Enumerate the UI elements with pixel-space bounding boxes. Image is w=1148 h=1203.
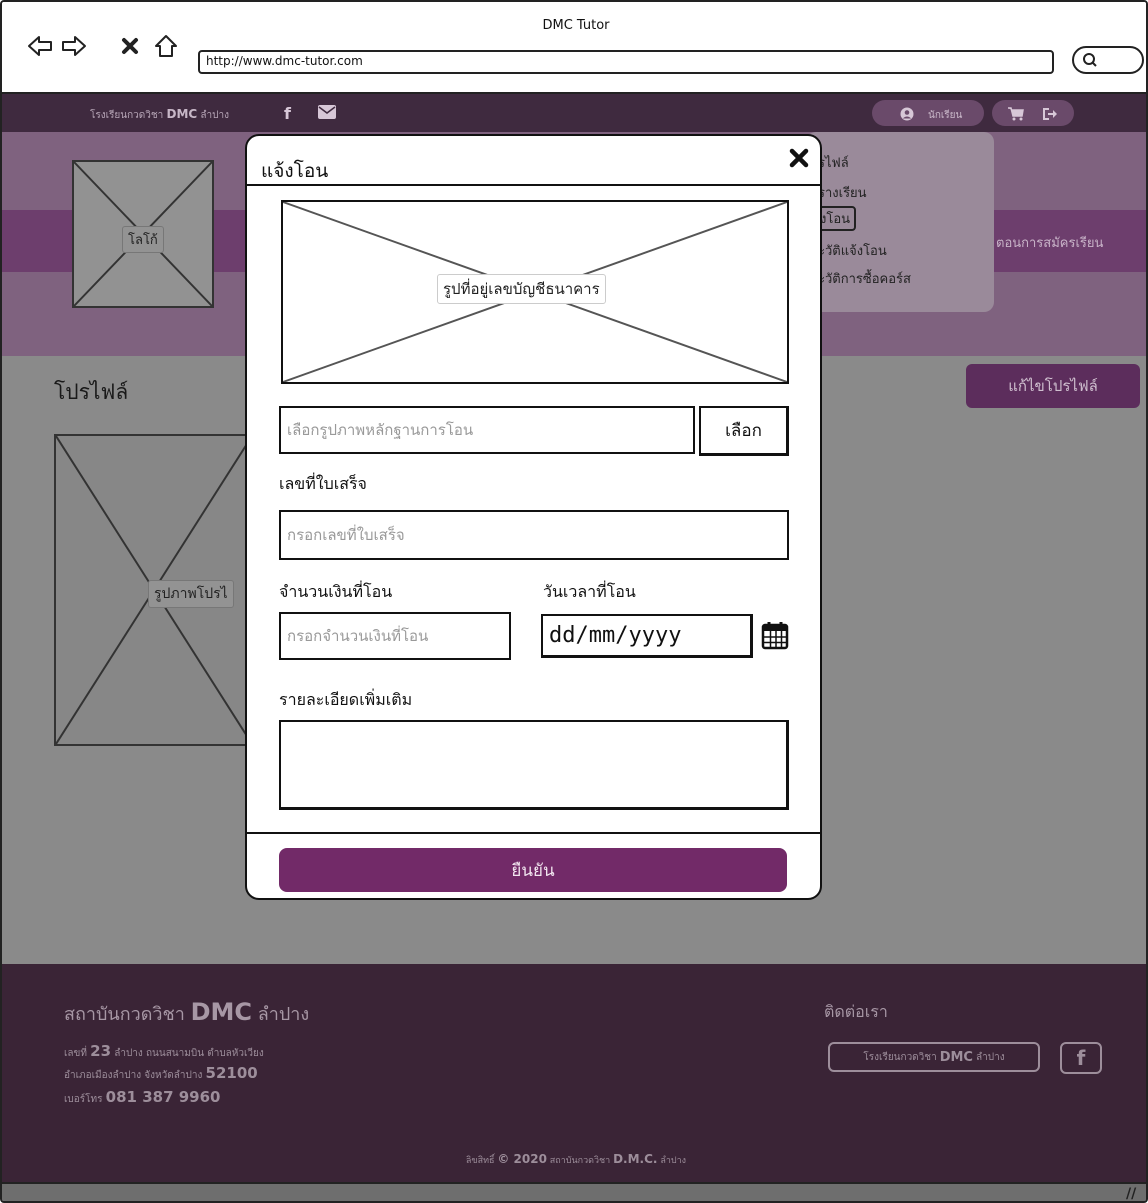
nav-enroll-steps[interactable]: ตอนการสมัครเรียน <box>996 232 1103 253</box>
browser-search-field[interactable] <box>1072 46 1144 74</box>
footer-title: สถาบันกวดวิชา DMC ลำปาง <box>64 998 310 1026</box>
stop-x-icon[interactable] <box>116 32 144 60</box>
menu-item-transfer-history[interactable]: ะวัติแจ้งโอน <box>818 240 887 261</box>
facebook-icon[interactable]: f <box>284 104 291 123</box>
home-icon[interactable] <box>152 32 180 60</box>
transfer-proof-file-input[interactable]: เลือกรูปภาพหลักฐานการโอน <box>279 406 695 454</box>
logout-icon[interactable] <box>1042 107 1058 121</box>
user-circle-icon <box>900 107 914 121</box>
page-title: โปรไฟล์ <box>54 380 129 404</box>
menu-item-profile[interactable]: รไฟล์ <box>818 152 849 173</box>
back-arrow-icon[interactable] <box>26 32 54 60</box>
footer-school-link[interactable]: โรงเรียนกวดวิชา DMC ลำปาง <box>828 1042 1040 1072</box>
logo-label: โลโก้ <box>122 226 164 253</box>
resize-handle-icon[interactable]: // <box>1126 1186 1136 1201</box>
mail-icon[interactable] <box>318 104 336 123</box>
footer-address-1: เลขที่ 23 ลำปาง ถนนสนามบิน ตำบลหัวเวียง <box>64 1042 264 1060</box>
bank-account-image: รูปที่อยู่เลขบัญชีธนาคาร <box>281 200 789 384</box>
profile-photo-placeholder: รูปภาพโปรไ <box>54 434 254 746</box>
logo-placeholder[interactable]: โลโก้ <box>72 160 214 308</box>
choose-file-button[interactable]: เลือก <box>699 406 789 456</box>
footer-phone: เบอร์โทร 081 387 9960 <box>64 1088 221 1106</box>
details-label: รายละเอียดเพิ่มเติม <box>279 690 413 709</box>
modal-header-divider <box>247 184 820 186</box>
cart-icon[interactable] <box>1008 107 1024 121</box>
app-window: DMC Tutor http://www.dmc-tutor.com โรงเร… <box>0 0 1148 1203</box>
browser-chrome: DMC Tutor http://www.dmc-tutor.com <box>2 2 1146 94</box>
transfer-date-input[interactable]: dd/mm/yyyy <box>541 614 753 658</box>
transfer-modal: แจ้งโอน รูปที่อยู่เลขบัญชีธนาคาร เลือกรู… <box>245 134 822 900</box>
topbar-school-name: โรงเรียนกวดวิชา DMC ลำปาง <box>90 107 229 121</box>
address-bar[interactable]: http://www.dmc-tutor.com <box>198 50 1054 74</box>
footer-facebook-icon[interactable]: f <box>1060 1042 1102 1074</box>
window-title: DMC Tutor <box>542 18 610 33</box>
forward-arrow-icon[interactable] <box>60 32 88 60</box>
student-label: นักเรียน <box>928 110 963 121</box>
datetime-label: วันเวลาที่โอน <box>543 582 636 601</box>
modal-title: แจ้งโอน <box>261 160 329 182</box>
receipt-label: เลขที่ใบเสร็จ <box>279 474 367 493</box>
menu-item-purchase-history[interactable]: ะวัติการซื้อคอร์ส <box>818 268 911 289</box>
edit-profile-button[interactable]: แก้ไขโปรไฟล์ <box>966 364 1140 408</box>
modal-footer-divider <box>247 832 820 834</box>
menu-item-schedule[interactable]: รางเรียน <box>818 182 867 203</box>
cart-logout-group <box>992 100 1074 126</box>
footer-address-2: อำเภอเมืองลำปาง จังหวัดลำปาง 52100 <box>64 1064 258 1082</box>
footer-copyright: ลิขสิทธิ์ © 2020 สถาบันกวดวิชา D.M.C. ลำ… <box>465 1152 687 1166</box>
bank-image-label: รูปที่อยู่เลขบัญชีธนาคาร <box>437 274 606 304</box>
receipt-input[interactable]: กรอกเลขที่ใบเสร็จ <box>279 510 789 560</box>
search-icon <box>1083 53 1097 67</box>
profile-photo-label: รูปภาพโปรไ <box>148 580 234 608</box>
amount-input[interactable]: กรอกจำนวนเงินที่โอน <box>279 612 511 660</box>
confirm-button[interactable]: ยืนยัน <box>279 848 787 892</box>
calendar-icon[interactable] <box>761 620 789 650</box>
footer-contact-title: ติดต่อเรา <box>824 1002 888 1021</box>
details-textarea[interactable] <box>279 720 789 810</box>
amount-label: จำนวนเงินที่โอน <box>279 582 393 601</box>
window-status-bar <box>2 1182 1146 1201</box>
top-bar: โรงเรียนกวดวิชา DMC ลำปาง f นักเรียน <box>2 94 1146 132</box>
close-icon[interactable] <box>787 146 811 170</box>
